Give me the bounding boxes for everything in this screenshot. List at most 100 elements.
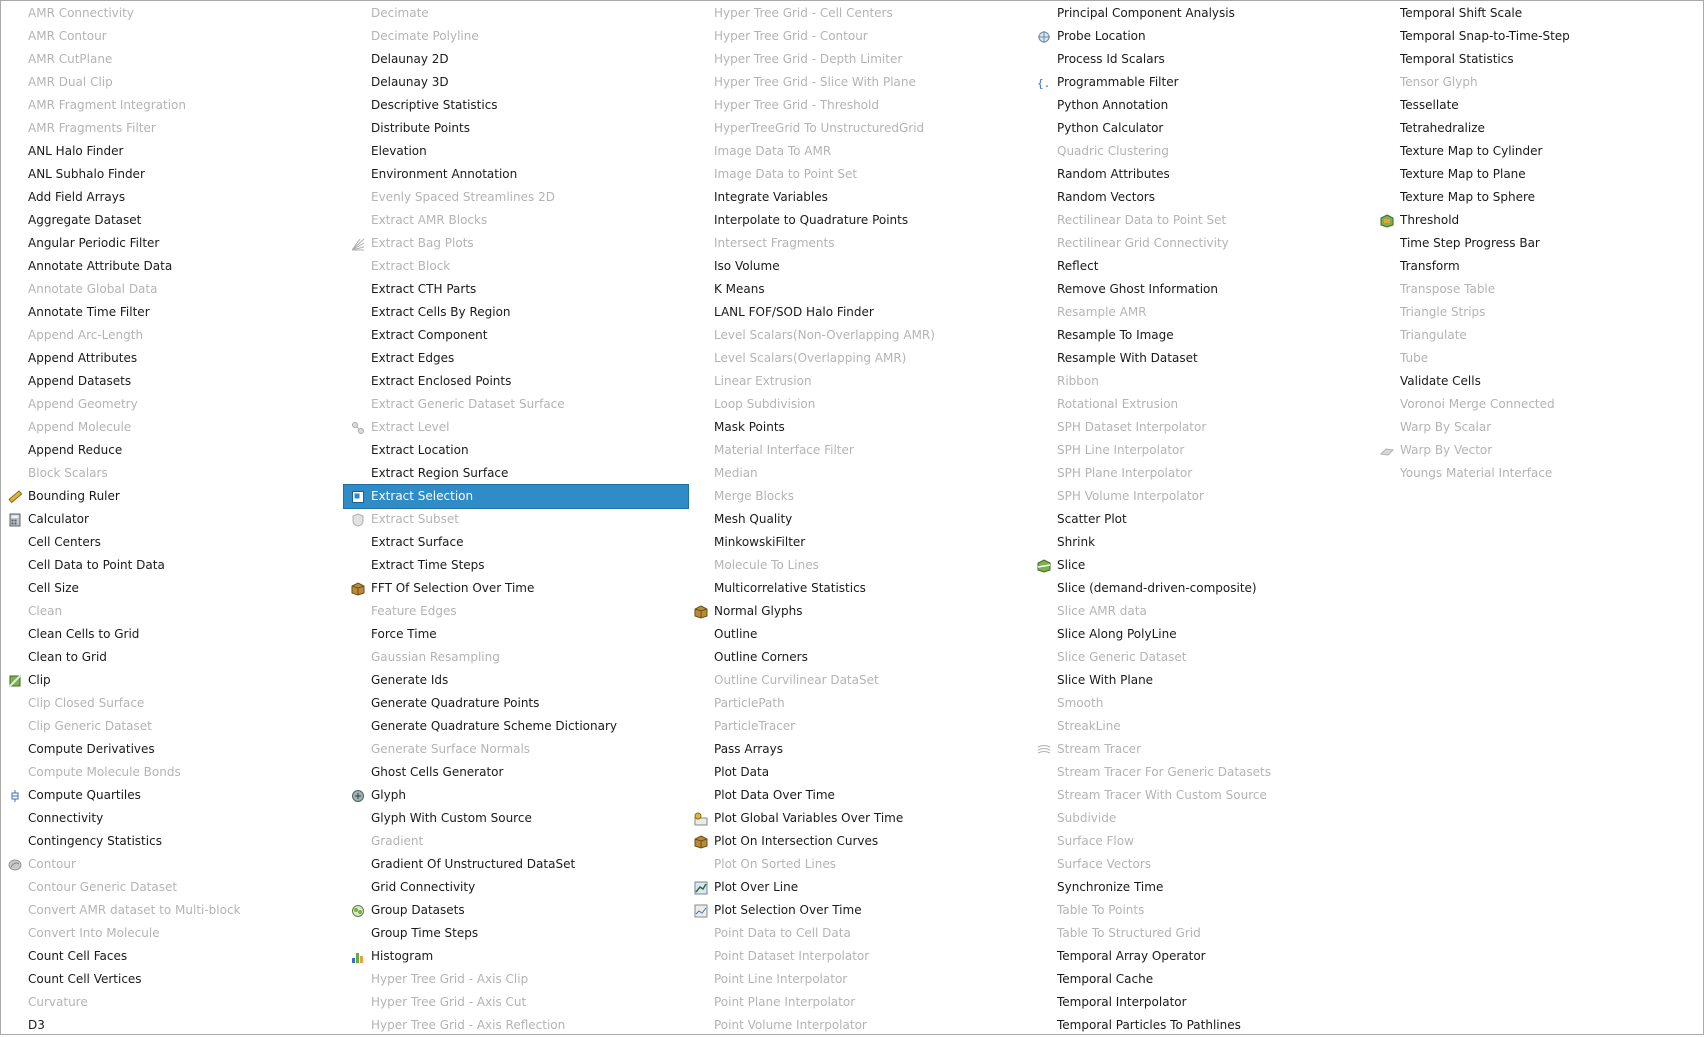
menu-item-synchronize-time[interactable]: Synchronize Time [1030, 876, 1374, 899]
menu-item-amr-fragment-integration[interactable]: AMR Fragment Integration [1, 94, 345, 117]
menu-item-cell-size[interactable]: Cell Size [1, 577, 345, 600]
menu-item-append-molecule[interactable]: Append Molecule [1, 416, 345, 439]
menu-item-angular-periodic-filter[interactable]: Angular Periodic Filter [1, 232, 345, 255]
menu-item-stream-tracer[interactable]: Stream Tracer [1030, 738, 1374, 761]
menu-item-particletracer[interactable]: ParticleTracer [687, 715, 1031, 738]
menu-item-loop-subdivision[interactable]: Loop Subdivision [687, 393, 1031, 416]
menu-item-temporal-shift-scale[interactable]: Temporal Shift Scale [1373, 2, 1706, 25]
menu-item-feature-edges[interactable]: Feature Edges [344, 600, 688, 623]
menu-item-temporal-particles-to-pathlines[interactable]: Temporal Particles To Pathlines [1030, 1014, 1374, 1037]
menu-item-annotate-global-data[interactable]: Annotate Global Data [1, 278, 345, 301]
menu-item-contingency-statistics[interactable]: Contingency Statistics [1, 830, 345, 853]
menu-item-extract-location[interactable]: Extract Location [344, 439, 688, 462]
menu-item-gaussian-resampling[interactable]: Gaussian Resampling [344, 646, 688, 669]
menu-item-probe-location[interactable]: Probe Location [1030, 25, 1374, 48]
menu-item-extract-component[interactable]: Extract Component [344, 324, 688, 347]
menu-item-clip-closed-surface[interactable]: Clip Closed Surface [1, 692, 345, 715]
menu-item-rectilinear-grid-connectivity[interactable]: Rectilinear Grid Connectivity [1030, 232, 1374, 255]
menu-item-tube[interactable]: Tube [1373, 347, 1706, 370]
menu-item-sph-volume-interpolator[interactable]: SPH Volume Interpolator [1030, 485, 1374, 508]
menu-item-clip[interactable]: Clip [1, 669, 345, 692]
menu-item-python-annotation[interactable]: Python Annotation [1030, 94, 1374, 117]
menu-item-fft-of-selection-over-time[interactable]: FFT Of Selection Over Time [344, 577, 688, 600]
menu-item-point-data-to-cell-data[interactable]: Point Data to Cell Data [687, 922, 1031, 945]
menu-item-validate-cells[interactable]: Validate Cells [1373, 370, 1706, 393]
menu-item-d3[interactable]: D3 [1, 1014, 345, 1037]
menu-item-annotate-attribute-data[interactable]: Annotate Attribute Data [1, 255, 345, 278]
menu-item-slice[interactable]: Slice [1030, 554, 1374, 577]
menu-item-table-to-points[interactable]: Table To Points [1030, 899, 1374, 922]
menu-item-amr-cutplane[interactable]: AMR CutPlane [1, 48, 345, 71]
menu-item-plot-global-variables-over-time[interactable]: Plot Global Variables Over Time [687, 807, 1031, 830]
menu-item-glyph-with-custom-source[interactable]: Glyph With Custom Source [344, 807, 688, 830]
menu-item-generate-ids[interactable]: Generate Ids [344, 669, 688, 692]
menu-item-generate-quadrature-points[interactable]: Generate Quadrature Points [344, 692, 688, 715]
menu-item-contour[interactable]: Contour [1, 853, 345, 876]
menu-item-random-attributes[interactable]: Random Attributes [1030, 163, 1374, 186]
menu-item-group-time-steps[interactable]: Group Time Steps [344, 922, 688, 945]
menu-item-plot-on-intersection-curves[interactable]: Plot On Intersection Curves [687, 830, 1031, 853]
menu-item-extract-bag-plots[interactable]: Extract Bag Plots [344, 232, 688, 255]
menu-item-anl-subhalo-finder[interactable]: ANL Subhalo Finder [1, 163, 345, 186]
menu-item-sph-plane-interpolator[interactable]: SPH Plane Interpolator [1030, 462, 1374, 485]
menu-item-intersect-fragments[interactable]: Intersect Fragments [687, 232, 1031, 255]
menu-item-extract-level[interactable]: Extract Level [344, 416, 688, 439]
menu-item-hypertreegrid-to-unstructuredgrid[interactable]: HyperTreeGrid To UnstructuredGrid [687, 117, 1031, 140]
menu-item-resample-with-dataset[interactable]: Resample With Dataset [1030, 347, 1374, 370]
menu-item-count-cell-vertices[interactable]: Count Cell Vertices [1, 968, 345, 991]
menu-item-glyph[interactable]: Glyph [344, 784, 688, 807]
menu-item-streakline[interactable]: StreakLine [1030, 715, 1374, 738]
menu-item-temporal-array-operator[interactable]: Temporal Array Operator [1030, 945, 1374, 968]
menu-item-slice-generic-dataset[interactable]: Slice Generic Dataset [1030, 646, 1374, 669]
menu-item-hyper-tree-grid-axis-clip[interactable]: Hyper Tree Grid - Axis Clip [344, 968, 688, 991]
menu-item-multicorrelative-statistics[interactable]: Multicorrelative Statistics [687, 577, 1031, 600]
menu-item-curvature[interactable]: Curvature [1, 991, 345, 1014]
menu-item-linear-extrusion[interactable]: Linear Extrusion [687, 370, 1031, 393]
menu-item-rotational-extrusion[interactable]: Rotational Extrusion [1030, 393, 1374, 416]
menu-item-image-data-to-amr[interactable]: Image Data To AMR [687, 140, 1031, 163]
menu-item-clip-generic-dataset[interactable]: Clip Generic Dataset [1, 715, 345, 738]
menu-item-slice-demand-driven-composite[interactable]: Slice (demand-driven-composite) [1030, 577, 1374, 600]
menu-item-force-time[interactable]: Force Time [344, 623, 688, 646]
menu-item-hyper-tree-grid-threshold[interactable]: Hyper Tree Grid - Threshold [687, 94, 1031, 117]
menu-item-resample-to-image[interactable]: Resample To Image [1030, 324, 1374, 347]
menu-item-transpose-table[interactable]: Transpose Table [1373, 278, 1706, 301]
menu-item-stream-tracer-with-custom-source[interactable]: Stream Tracer With Custom Source [1030, 784, 1374, 807]
menu-item-clean-to-grid[interactable]: Clean to Grid [1, 646, 345, 669]
menu-item-subdivide[interactable]: Subdivide [1030, 807, 1374, 830]
menu-item-point-plane-interpolator[interactable]: Point Plane Interpolator [687, 991, 1031, 1014]
menu-item-compute-derivatives[interactable]: Compute Derivatives [1, 738, 345, 761]
menu-item-extract-generic-dataset-surface[interactable]: Extract Generic Dataset Surface [344, 393, 688, 416]
menu-item-descriptive-statistics[interactable]: Descriptive Statistics [344, 94, 688, 117]
menu-item-clean-cells-to-grid[interactable]: Clean Cells to Grid [1, 623, 345, 646]
menu-item-mask-points[interactable]: Mask Points [687, 416, 1031, 439]
menu-item-interpolate-to-quadrature-points[interactable]: Interpolate to Quadrature Points [687, 209, 1031, 232]
menu-item-delaunay-2d[interactable]: Delaunay 2D [344, 48, 688, 71]
menu-item-extract-enclosed-points[interactable]: Extract Enclosed Points [344, 370, 688, 393]
menu-item-decimate-polyline[interactable]: Decimate Polyline [344, 25, 688, 48]
menu-item-pass-arrays[interactable]: Pass Arrays [687, 738, 1031, 761]
menu-item-temporal-cache[interactable]: Temporal Cache [1030, 968, 1374, 991]
menu-item-quadric-clustering[interactable]: Quadric Clustering [1030, 140, 1374, 163]
menu-item-append-geometry[interactable]: Append Geometry [1, 393, 345, 416]
menu-item-calculator[interactable]: Calculator [1, 508, 345, 531]
menu-item-particlepath[interactable]: ParticlePath [687, 692, 1031, 715]
menu-item-environment-annotation[interactable]: Environment Annotation [344, 163, 688, 186]
menu-item-grid-connectivity[interactable]: Grid Connectivity [344, 876, 688, 899]
menu-item-slice-along-polyline[interactable]: Slice Along PolyLine [1030, 623, 1374, 646]
menu-item-hyper-tree-grid-slice-with-plane[interactable]: Hyper Tree Grid - Slice With Plane [687, 71, 1031, 94]
menu-item-time-step-progress-bar[interactable]: Time Step Progress Bar [1373, 232, 1706, 255]
menu-item-iso-volume[interactable]: Iso Volume [687, 255, 1031, 278]
menu-item-annotate-time-filter[interactable]: Annotate Time Filter [1, 301, 345, 324]
menu-item-delaunay-3d[interactable]: Delaunay 3D [344, 71, 688, 94]
menu-item-smooth[interactable]: Smooth [1030, 692, 1374, 715]
menu-item-compute-quartiles[interactable]: Compute Quartiles [1, 784, 345, 807]
menu-item-molecule-to-lines[interactable]: Molecule To Lines [687, 554, 1031, 577]
menu-item-triangle-strips[interactable]: Triangle Strips [1373, 301, 1706, 324]
menu-item-normal-glyphs[interactable]: Normal Glyphs [687, 600, 1031, 623]
menu-item-evenly-spaced-streamlines-2d[interactable]: Evenly Spaced Streamlines 2D [344, 186, 688, 209]
menu-item-group-datasets[interactable]: Group Datasets [344, 899, 688, 922]
menu-item-integrate-variables[interactable]: Integrate Variables [687, 186, 1031, 209]
menu-item-hyper-tree-grid-axis-reflection[interactable]: Hyper Tree Grid - Axis Reflection [344, 1014, 688, 1037]
menu-item-aggregate-dataset[interactable]: Aggregate Dataset [1, 209, 345, 232]
